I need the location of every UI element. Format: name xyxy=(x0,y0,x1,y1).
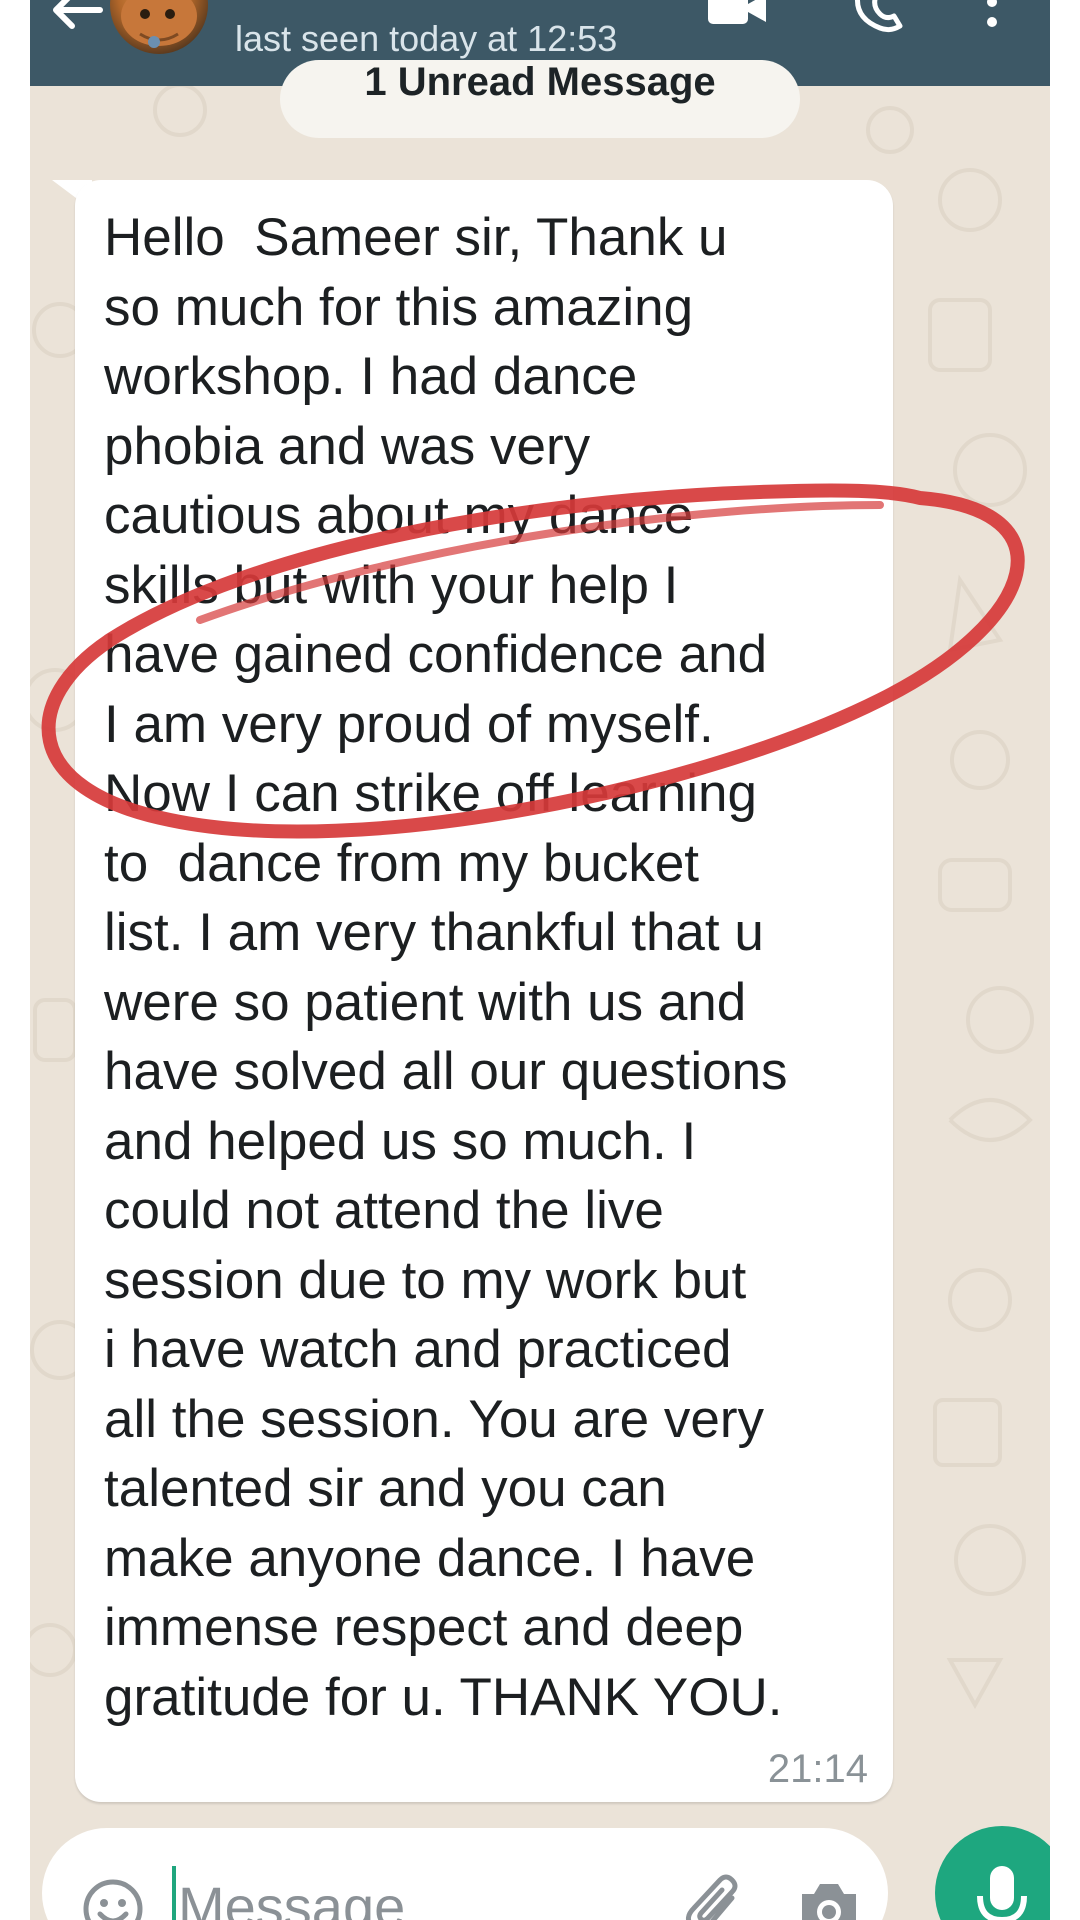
message-composer xyxy=(42,1828,888,1920)
unread-banner-text: 1 Unread Message xyxy=(364,60,716,104)
voice-call-icon[interactable] xyxy=(852,0,908,40)
back-arrow-icon[interactable] xyxy=(52,0,104,40)
video-call-icon[interactable] xyxy=(706,0,768,40)
contact-avatar[interactable] xyxy=(110,0,208,54)
mic-icon xyxy=(977,1866,1027,1920)
more-options-icon[interactable] xyxy=(982,0,1002,40)
unread-messages-banner: 1 Unread Message xyxy=(280,60,800,138)
chat-screen: last seen today at 12:53 1 Unread Messag… xyxy=(30,0,1050,1920)
voice-message-button[interactable] xyxy=(935,1826,1050,1920)
message-input[interactable] xyxy=(172,1866,592,1920)
last-seen-status: last seen today at 12:53 xyxy=(235,18,618,59)
attach-icon[interactable] xyxy=(682,1868,752,1920)
message-timestamp: 21:14 xyxy=(767,1747,868,1791)
message-text: Hello Sameer sir, Thank u so much for th… xyxy=(104,208,788,1727)
camera-icon[interactable] xyxy=(796,1878,862,1920)
emoji-icon[interactable] xyxy=(82,1878,144,1920)
